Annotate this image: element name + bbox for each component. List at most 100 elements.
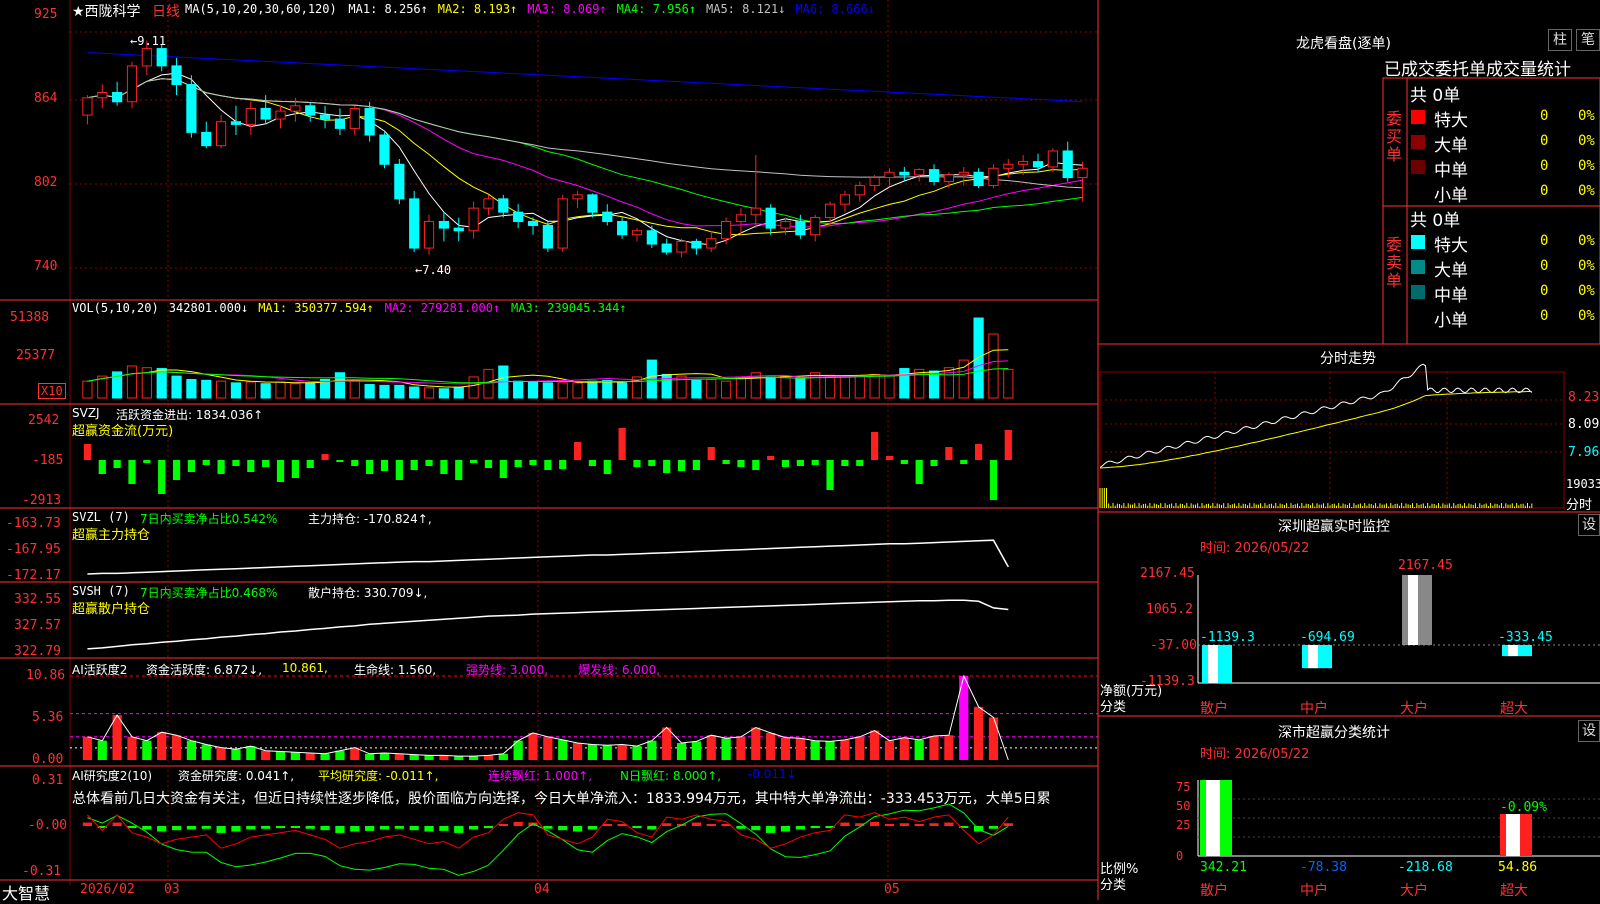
research-bar — [261, 826, 271, 829]
research-bar — [275, 826, 286, 829]
volume-bar — [527, 381, 539, 399]
research-bar — [365, 826, 375, 831]
svzj-bar — [856, 460, 864, 466]
volume-bar — [260, 383, 271, 399]
volume-bar — [468, 376, 479, 399]
svzj-bar — [648, 460, 656, 466]
ai-bar — [870, 730, 880, 760]
candle-body — [943, 174, 955, 183]
sz-class-time: 时间: 2026/05/22 — [1200, 747, 1310, 762]
ai-bar — [365, 753, 375, 760]
research-bar — [543, 826, 553, 829]
szc-axis-label: 50 — [1176, 799, 1191, 813]
volume-bar — [305, 382, 316, 399]
szc-settings-button[interactable]: 设 — [1578, 720, 1600, 742]
brand-logo: 大智慧 — [2, 884, 51, 903]
candle-body — [201, 131, 212, 147]
volume-bar — [409, 386, 420, 399]
szc-value-label: 54.86 — [1498, 860, 1538, 875]
volume-bar — [215, 380, 227, 399]
ai-bar — [691, 741, 702, 760]
time-axis-label: 04 — [534, 882, 550, 897]
svzj-bar — [663, 460, 671, 473]
research-bar — [439, 826, 449, 831]
svzj-bar — [395, 460, 403, 480]
chart-canvas[interactable] — [0, 0, 1600, 900]
buy-row-count: 0 — [1540, 158, 1549, 174]
sell-row-name: 大单 — [1434, 261, 1468, 281]
svzj-axis-label: -2913 — [22, 493, 62, 508]
research-bar — [766, 826, 776, 833]
research-bar — [602, 823, 612, 826]
volume-legend-item: MA2: 279281.000↑ — [384, 301, 501, 315]
volume-bar — [661, 373, 672, 399]
research-bar — [647, 826, 657, 830]
szc-axis-label: 25 — [1176, 818, 1191, 832]
volume-legend-item: MA3: 239045.344↑ — [511, 301, 627, 315]
research-bar — [394, 826, 404, 829]
szc-axis-label: 0 — [1176, 849, 1184, 863]
szc-value-label: -218.68 — [1398, 860, 1453, 875]
ai-bar — [261, 750, 271, 760]
candle-body — [869, 177, 880, 187]
svzj-bar — [232, 460, 240, 466]
ai-bar — [751, 727, 761, 760]
research-legend-item: -0.011↓ — [748, 767, 797, 781]
sz-value-label: -333.45 — [1498, 630, 1553, 645]
svzj-bar — [366, 460, 374, 474]
buy-color-swatch — [1411, 135, 1425, 149]
svzj-bar — [98, 460, 106, 474]
candle-body — [884, 171, 895, 179]
ma-legend-item: MA6: 8.666↓ — [795, 2, 875, 16]
ai-legend-item: AI活跃度2 — [72, 663, 128, 677]
svzj-bar — [247, 460, 255, 472]
svzj-bar — [351, 460, 359, 466]
svzj-axis-label: 2542 — [28, 413, 60, 428]
ai-bar — [335, 750, 345, 760]
candle-body — [215, 121, 227, 147]
buy-color-swatch — [1411, 110, 1425, 124]
sz-settings-button[interactable]: 设 — [1578, 514, 1600, 536]
ai-bar — [82, 736, 93, 760]
period-label: 日线 — [152, 4, 180, 20]
candle-body — [928, 169, 940, 183]
volume-bar — [854, 374, 865, 399]
svzl-subtitle: 超赢主力持仓 — [72, 528, 151, 543]
volume-bar — [988, 333, 999, 399]
candle-body — [795, 220, 806, 236]
research-bar — [914, 824, 924, 826]
sell-row-count: 0 — [1540, 308, 1549, 324]
buy-row-count: 0 — [1540, 183, 1549, 199]
szc-category-label: 大户 — [1400, 883, 1428, 899]
ai-bar — [647, 740, 657, 760]
sell-color-swatch — [1411, 260, 1425, 274]
intraday-vol-label: 19033 — [1566, 477, 1600, 491]
candle-body — [334, 118, 346, 129]
sell-row-pct: 0% — [1578, 258, 1595, 274]
research-bar — [944, 822, 954, 826]
research-legend-item: 连续飘红: 1.000↑, — [488, 769, 593, 783]
sz-value-label: -694.69 — [1300, 630, 1355, 645]
candle-body — [349, 107, 360, 129]
sell-row-count: 0 — [1540, 233, 1549, 249]
buy-row-pct: 0% — [1578, 133, 1595, 149]
volume-legend-item: MA1: 350377.594↑ — [258, 301, 374, 315]
svzj-bar — [276, 460, 285, 482]
research-bar — [231, 826, 241, 832]
sz-axis-label: 1065.2 — [1146, 602, 1193, 617]
ai-bar — [721, 738, 731, 760]
ai-bar — [780, 737, 791, 760]
candle-body — [423, 220, 435, 249]
ai-legend-item: 资金活跃度: 6.872↓, — [146, 663, 263, 677]
candle-body — [97, 91, 108, 99]
candle — [988, 164, 999, 189]
tick-view-button[interactable]: 笔 — [1576, 29, 1600, 51]
bar-view-button[interactable]: 柱 — [1548, 29, 1572, 51]
research-bar — [483, 826, 494, 829]
ma-legend-item: MA4: 7.956↑ — [616, 2, 697, 16]
candle-body — [319, 114, 331, 120]
research-bar — [751, 826, 761, 831]
ai-bar — [840, 739, 850, 760]
candle-body — [735, 214, 747, 222]
svzj-bar — [484, 460, 493, 468]
